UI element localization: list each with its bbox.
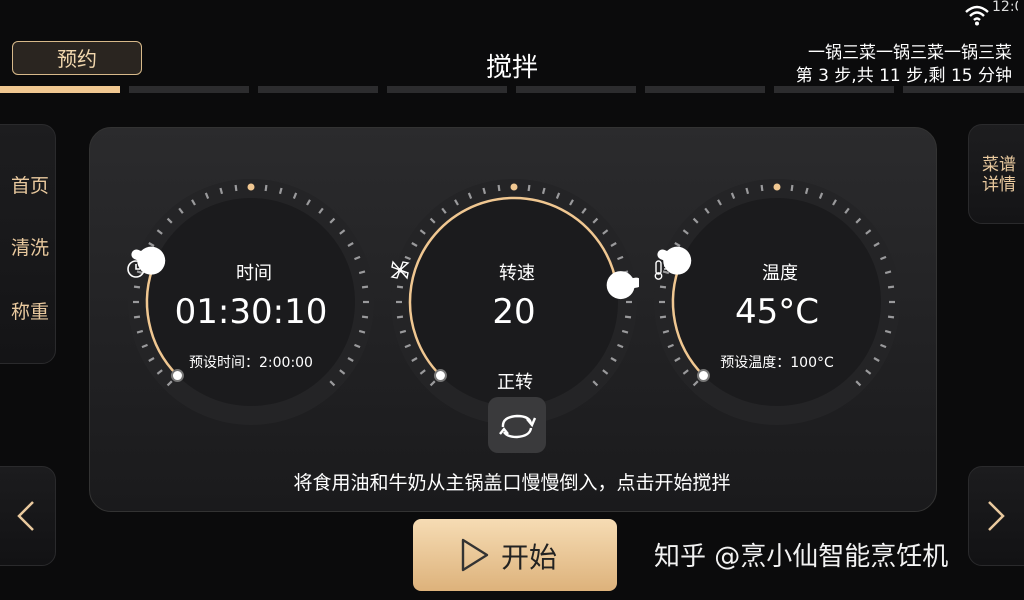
start-button[interactable]: 开始 [413,519,617,591]
time-label-text: 时间 [236,263,272,284]
step-info: 第 3 步,共 11 步,剩 15 分钟 [795,66,1012,86]
dial-tick [278,187,283,195]
step-progress-bar [0,86,1024,94]
sidebar-item-clean[interactable]: 清洗 [11,233,49,260]
dial-tick [790,184,794,192]
time-value: 01:30:10 [174,292,328,332]
progress-segment [516,86,636,93]
instruction-text: 将食用油和牛奶从主锅盖口慢慢倒入，点击开始搅拌 [293,472,731,494]
speed-value: 20 [492,292,536,332]
dial-tick [760,184,764,192]
dial-tick [527,184,531,192]
dial-tick [482,187,487,195]
recipe-detail-label: 菜谱详情 [982,155,1016,195]
sidebar-item-weigh[interactable]: 称重 [11,297,49,324]
dial-start-dot [433,369,447,383]
status-clock: 12:00 [992,0,1018,15]
dial-tick [133,285,141,289]
dial-tick [659,285,667,289]
next-step-button[interactable] [968,466,1024,566]
dial-tick [219,187,224,195]
dial-top-marker [247,183,255,191]
time-dial[interactable]: 时间 01:30:10 预设时间：2:00:00 [126,177,376,427]
speed-label-text: 转速 [499,263,535,284]
previous-step-button[interactable] [0,466,56,566]
dial-top-marker [510,183,518,191]
dial-tick [541,187,546,195]
watermark: 知乎 @烹小仙智能烹饪机 [654,542,949,572]
temperature-preset: 预设温度：100°C [720,355,834,371]
dial-tick [361,285,369,289]
progress-segment [774,86,894,93]
time-label: 时间 [126,259,376,285]
dial-tick [497,184,501,192]
progress-segment [903,86,1024,93]
temperature-value: 45°C [734,292,819,332]
dial-tick [396,285,404,289]
dial-top-marker [773,183,781,191]
chevron-left-icon [17,501,34,531]
dial-tick [264,184,268,192]
wifi-icon [964,4,990,30]
play-icon [461,538,489,572]
progress-segment [645,86,765,93]
dial-tick [804,187,809,195]
progress-segment [258,86,378,93]
progress-segment [387,86,507,93]
dial-tick [887,285,895,289]
speed-label: 转速 [389,259,639,285]
direction-label: 正转 [497,372,533,393]
temperature-dial[interactable]: 温度 45°C 预设温度：100°C [652,177,902,427]
dial-tick [234,184,238,192]
recipe-name: 一锅三菜一锅三菜一锅三菜 [808,43,1012,63]
start-button-label: 开始 [501,541,558,574]
recipe-info: 一锅三菜一锅三菜一锅三菜 第 3 步,共 11 步,剩 15 分钟 [796,42,1012,88]
direction-toggle-button[interactable] [488,397,546,453]
sidebar-item-home[interactable]: 首页 [11,171,49,198]
rotate-icon [499,414,537,439]
temperature-label-text: 温度 [762,263,798,284]
recipe-detail-button[interactable]: 菜谱详情 [968,124,1024,224]
progress-segment [129,86,249,93]
progress-segment [0,86,120,93]
chevron-right-icon [988,501,1005,531]
sidebar: 首页 清洗 称重 [0,124,56,364]
time-preset: 预设时间：2:00:00 [189,355,313,371]
dial-tick [745,187,750,195]
temperature-label: 温度 [652,259,902,285]
